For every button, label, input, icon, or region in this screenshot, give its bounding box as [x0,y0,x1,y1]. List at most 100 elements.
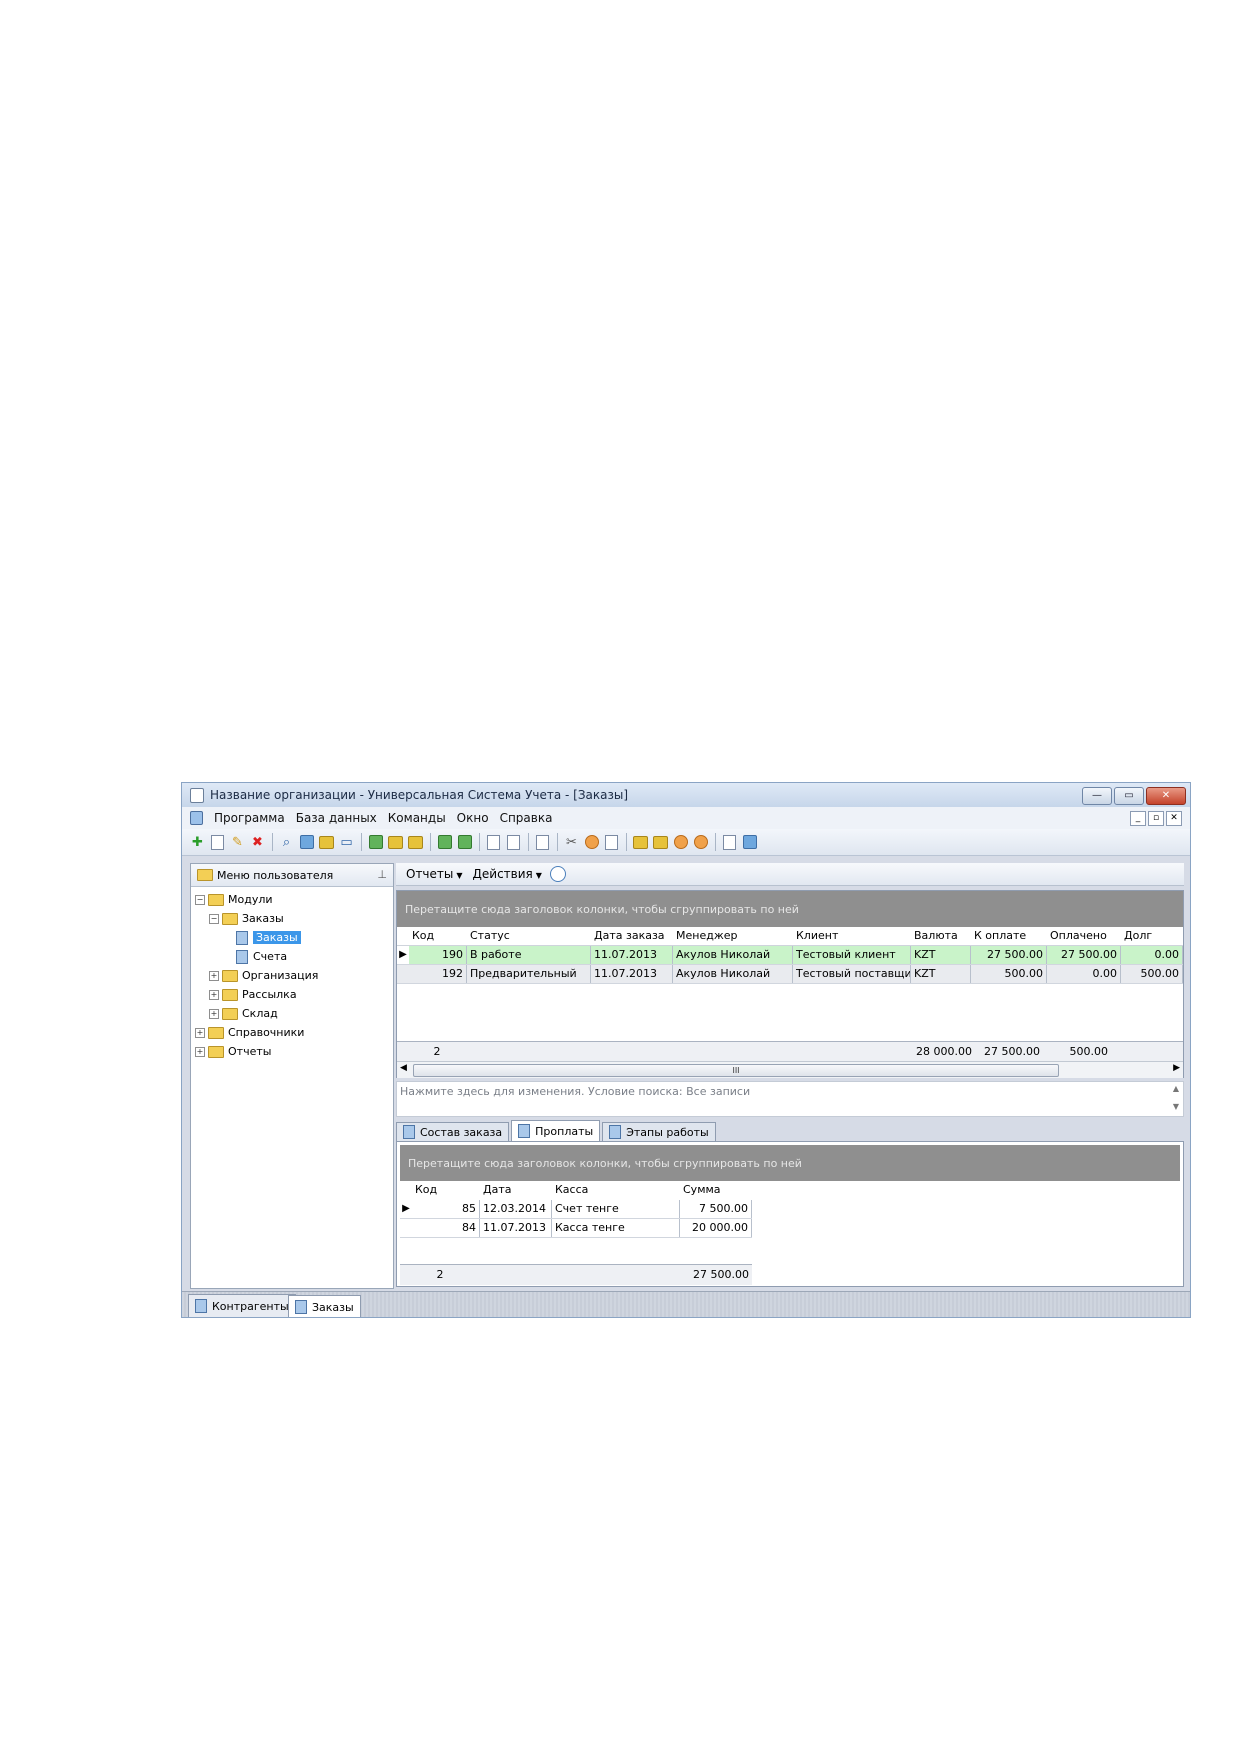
menu-window[interactable]: Окно [457,811,489,825]
table-cell: 84 [412,1219,480,1237]
column-header[interactable]: Валюта [911,927,971,945]
clock-icon[interactable] [549,866,566,882]
expand-icon[interactable]: + [209,989,219,1000]
tree-item-label: Организация [242,969,319,982]
menu-commands[interactable]: Команды [388,811,446,825]
tab-label: Заказы [312,1300,354,1314]
close-window-icon[interactable] [506,834,521,850]
report-icon[interactable] [368,835,383,850]
scroll-down-icon[interactable]: ▼ [1173,1102,1179,1111]
import-icon[interactable] [388,835,403,850]
column-header[interactable]: Код [409,927,467,945]
menu-help[interactable]: Справка [500,811,553,825]
menu-program[interactable]: Программа [214,811,285,825]
search-icon[interactable]: ⌕ [279,835,294,850]
delete-icon[interactable]: ✖ [250,835,265,850]
menu-database[interactable]: База данных [296,811,377,825]
table-cell: 190 [409,946,467,964]
comment-icon[interactable]: ▭ [339,835,354,850]
collapse-icon[interactable]: − [195,894,205,905]
main-window: Название организации - Универсальная Сис… [181,782,1191,1318]
edit-icon[interactable]: ✎ [230,835,245,850]
info-icon[interactable] [742,835,757,850]
tab-contractors[interactable]: Контрагенты [188,1294,296,1317]
column-header[interactable]: Код [412,1181,480,1199]
excel-icon[interactable] [437,835,452,850]
table-cell: Счет тенге [552,1200,680,1218]
folder-icon [222,912,238,925]
tree-item[interactable]: + Организация [209,967,318,984]
table-row[interactable]: 192 Предварительный 11.07.2013 Акулов Никол… [397,965,1183,984]
document-icon [190,811,203,825]
maximize-button[interactable]: ▭ [1114,787,1144,805]
table-cell: Тестовый поставщик [793,965,911,983]
scroll-thumb[interactable]: III [413,1064,1059,1077]
column-header[interactable]: Клиент [793,927,911,945]
table-cell: 0.00 [1047,965,1121,983]
tree-item[interactable]: − Модули [195,891,273,908]
group-by-area[interactable]: Перетащите сюда заголовок колонки, чтобы… [397,891,1183,927]
current-row-icon: ▶ [402,1203,410,1214]
column-header[interactable]: Долг [1121,927,1183,945]
column-header[interactable]: Статус [467,927,591,945]
help-book-icon[interactable] [722,834,737,850]
column-header[interactable]: Оплачено [1047,927,1121,945]
settings-icon[interactable] [584,835,599,850]
column-header[interactable]: Сумма [680,1181,752,1199]
copy-icon[interactable] [210,834,225,850]
horizontal-scrollbar[interactable]: ◀ III ▶ [397,1061,1183,1078]
tools-icon[interactable]: ✂ [564,835,579,850]
tree-item[interactable]: + Справочники [195,1024,304,1041]
mdi-close-button[interactable]: ✕ [1166,811,1182,826]
tab-work-stages[interactable]: Этапы работы [602,1122,716,1141]
close-button[interactable]: ✕ [1146,787,1186,805]
group-by-area[interactable]: Перетащите сюда заголовок колонки, чтобы… [400,1145,1180,1181]
table-row[interactable]: ▶ 85 12.03.2014 Счет тенге 7 500.00 [400,1200,752,1219]
column-header[interactable]: Дата [480,1181,552,1199]
column-header[interactable]: Дата заказа [591,927,673,945]
new-window-icon[interactable] [486,834,501,850]
reports-dropdown[interactable]: Отчеты ▼ [406,867,463,881]
tab-orders[interactable]: Заказы [288,1295,361,1317]
table-row[interactable]: 84 11.07.2013 Касса тенге 20 000.00 [400,1219,752,1238]
tree-item[interactable]: + Склад [209,1005,278,1022]
column-header[interactable]: К оплате [971,927,1047,945]
scroll-left-icon[interactable]: ◀ [400,1063,407,1073]
palette-icon[interactable] [673,835,688,850]
key-icon[interactable] [653,835,668,850]
filter-icon[interactable] [319,835,334,850]
collapse-icon[interactable]: − [209,913,219,924]
export-icon[interactable] [408,835,423,850]
lock-icon[interactable] [633,835,648,850]
scroll-right-icon[interactable]: ▶ [1173,1063,1180,1073]
tab-order-items[interactable]: Состав заказа [396,1122,510,1141]
tree-item[interactable]: + Отчеты [195,1043,271,1060]
column-header[interactable]: Касса [552,1181,680,1199]
tree-item[interactable]: Заказы [223,929,301,946]
pin-icon[interactable]: ⊥ [377,868,387,881]
notes-icon[interactable] [604,834,619,850]
tree-item[interactable]: Счета [223,948,287,965]
expand-icon[interactable]: + [209,970,219,981]
expand-icon[interactable]: + [195,1027,205,1038]
table-row[interactable]: ▶ 190 В работе 11.07.2013 Акулов Николай Тест… [397,946,1183,965]
minimize-button[interactable]: — [1082,787,1112,805]
column-header[interactable]: Менеджер [673,927,793,945]
scroll-up-icon[interactable]: ▲ [1173,1084,1179,1093]
tab-payments[interactable]: Проплаты [511,1120,601,1141]
add-icon[interactable]: ✚ [190,835,205,850]
expand-icon[interactable]: + [195,1046,205,1057]
app-icon [190,787,204,803]
expand-icon[interactable]: + [209,1008,219,1019]
print-icon[interactable] [535,834,550,850]
excel-export-icon[interactable] [457,835,472,850]
mdi-minimize-button[interactable]: _ [1130,811,1146,826]
mdi-restore-button[interactable]: ▫ [1148,811,1164,826]
user-icon[interactable] [693,835,708,850]
toolbar-separator [479,833,480,851]
tree-item[interactable]: + Рассылка [209,986,297,1003]
find-icon[interactable] [299,835,314,850]
filter-bar[interactable]: Нажмите здесь для изменения. Условие пои… [396,1081,1184,1117]
tree-item[interactable]: − Заказы [209,910,284,927]
actions-dropdown[interactable]: Действия ▼ [473,867,542,881]
